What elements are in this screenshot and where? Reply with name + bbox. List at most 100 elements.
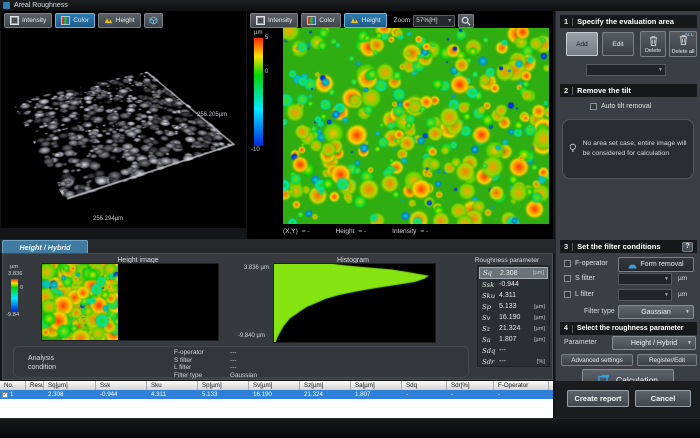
row-checkbox[interactable]: ✓ xyxy=(2,392,8,398)
delete-all-areas-button[interactable]: ALL Delete all xyxy=(669,31,697,57)
register-edit-button[interactable]: Register/Edit xyxy=(637,354,697,366)
filter-type-select[interactable]: Gaussian ▼ xyxy=(618,305,694,319)
auto-tilt-removal-row: Auto tilt removal xyxy=(590,103,651,110)
intensity-icon xyxy=(256,16,265,25)
color-button[interactable]: Color xyxy=(55,13,95,28)
roughness-row-sku[interactable]: Sku4.311 xyxy=(479,290,548,301)
col-sdr[interactable]: Sdr[%] xyxy=(447,381,494,390)
add-area-button[interactable]: Add xyxy=(566,32,598,56)
parameter-label: Parameter xyxy=(564,339,597,346)
roughness-row-sp[interactable]: Sp5.133[µm] xyxy=(479,301,548,312)
chevron-down-icon: ▼ xyxy=(687,340,692,346)
analysis-f-operator: F-operator--- xyxy=(174,349,236,356)
step1-header: 1 Specify the evaluation area xyxy=(560,15,697,28)
roughness-row-sv[interactable]: Sv16.190[µm] xyxy=(479,312,548,323)
help-button[interactable]: ? xyxy=(682,242,693,252)
auto-tilt-checkbox[interactable] xyxy=(590,103,597,110)
form-removal-icon xyxy=(628,261,637,269)
analysis-l-filter: L filter--- xyxy=(174,364,236,371)
advanced-settings-button[interactable]: Advanced settings xyxy=(561,354,633,366)
f-operator-checkbox[interactable] xyxy=(564,260,571,267)
roughness-row-sdr[interactable]: Sdr---[%] xyxy=(479,356,548,367)
filter-type-label: Filter type xyxy=(584,308,615,315)
zoom-label: Zoom xyxy=(394,17,411,24)
height-map-pane: Intensity Color Height Zoom 57%[H] ▼ µm … xyxy=(247,11,553,239)
chevron-down-icon: ▼ xyxy=(658,67,663,73)
results-table: No. Result Sq[µm] Ssk Sku Sp[µm] Sv[µm] … xyxy=(0,381,553,399)
colorbar-tick-zero: 0 xyxy=(265,69,268,75)
col-sz[interactable]: Sz[µm] xyxy=(300,381,351,390)
height-map-toolbar: Intensity Color Height Zoom 57%[H] ▼ xyxy=(250,13,474,28)
chevron-down-icon: ▼ xyxy=(664,276,669,282)
roughness-row-sdq[interactable]: Sdq--- xyxy=(479,345,548,356)
color-button-2d[interactable]: Color xyxy=(301,13,341,28)
s-filter-input[interactable]: ▼ xyxy=(618,273,672,285)
chevron-down-icon: ▼ xyxy=(447,18,452,24)
col-sa[interactable]: Sa[µm] xyxy=(351,381,402,390)
view-3d-pane: Intensity Color Height 256.205µm 256.294… xyxy=(1,11,246,228)
roughness-row-sz[interactable]: Sz21.324[µm] xyxy=(479,323,548,334)
result-row-1[interactable]: ✓ 1 2.308 -0.944 4.311 5.133 16.190 21.3… xyxy=(0,390,553,399)
edit-area-button[interactable]: Edit xyxy=(602,32,634,56)
view-3d-toggle-button[interactable] xyxy=(144,13,163,28)
height-image-thumbnail xyxy=(42,264,118,340)
area-list-select[interactable]: ▼ xyxy=(586,64,666,76)
col-result[interactable]: Result xyxy=(26,381,44,390)
chevron-down-icon: ▼ xyxy=(685,309,690,315)
col-s-filter[interactable]: S-filter xyxy=(549,381,553,390)
table-empty-area xyxy=(0,399,553,418)
lightbulb-icon xyxy=(569,138,577,160)
create-report-button[interactable]: Create report xyxy=(567,390,629,407)
histogram-canvas xyxy=(274,264,435,342)
intensity-button-2d[interactable]: Intensity xyxy=(250,13,298,28)
colorbar xyxy=(254,38,263,146)
histogram-top-label: 3.836 µm xyxy=(225,265,269,271)
tab-height-hybrid[interactable]: Height / Hybrid xyxy=(2,240,88,253)
roughness-row-sq[interactable]: Sq2.308[µm] xyxy=(479,267,548,279)
form-removal-button[interactable]: Form removal xyxy=(618,257,694,272)
col-sku[interactable]: Sku xyxy=(147,381,198,390)
l-filter-input[interactable]: ▼ xyxy=(618,289,672,301)
chevron-down-icon: ▼ xyxy=(664,292,669,298)
window-title: Areal Roughness xyxy=(14,2,68,9)
col-sp[interactable]: Sp[µm] xyxy=(198,381,249,390)
roughness-parameter-list: Sq2.308[µm] Ssk-0.944 Sku4.311 Sp5.133[µ… xyxy=(477,265,550,367)
height-button-2d[interactable]: Height xyxy=(344,13,387,28)
col-sq[interactable]: Sq[µm] xyxy=(44,381,96,390)
thumb-scale-top: 3.836 xyxy=(8,271,23,277)
intensity-button[interactable]: Intensity xyxy=(4,13,52,28)
col-f-operator[interactable]: F-Operator xyxy=(494,381,549,390)
info-box: No area set case, entire image will be c… xyxy=(562,119,694,179)
height-button[interactable]: Height xyxy=(98,13,141,28)
cursor-status-bar: (X,Y)= - Height= - Intensity= - xyxy=(283,226,551,237)
height-map-canvas[interactable] xyxy=(283,28,549,224)
surface-3d-view[interactable] xyxy=(19,39,219,214)
col-sdq[interactable]: Sdq xyxy=(402,381,447,390)
col-no[interactable]: No. xyxy=(0,381,26,390)
app-window: Areal Roughness Intensity Color Height 2… xyxy=(0,0,700,438)
parameter-select[interactable]: Height / Hybrid ▼ xyxy=(612,336,696,350)
zoom-select[interactable]: 57%[H] ▼ xyxy=(413,15,455,27)
analysis-condition-box: Analysis condition F-operator--- S filte… xyxy=(13,346,469,378)
col-sv[interactable]: Sv[µm] xyxy=(249,381,300,390)
status-xy: (X,Y)= - xyxy=(283,228,310,235)
roughness-row-ssk[interactable]: Ssk-0.944 xyxy=(479,279,548,290)
analysis-s-filter: S filter--- xyxy=(174,357,236,364)
analysis-filter-type: Filter typeGaussian xyxy=(174,372,257,379)
histogram-box xyxy=(273,263,436,343)
zoom-tool-button[interactable] xyxy=(458,14,474,28)
analysis-condition-label: Analysis condition xyxy=(28,354,80,372)
surface-3d-canvas[interactable] xyxy=(12,71,237,201)
magnifier-icon xyxy=(461,16,471,26)
roughness-row-sa[interactable]: Sa1.807[µm] xyxy=(479,334,548,345)
thumb-scale-bottom: -9.84 xyxy=(6,312,19,318)
s-filter-unit: µm xyxy=(678,275,687,282)
col-ssk[interactable]: Ssk xyxy=(96,381,147,390)
roughness-title: Roughness parameter xyxy=(461,257,553,264)
l-filter-checkbox[interactable] xyxy=(564,291,571,298)
delete-area-button[interactable]: Delete xyxy=(640,31,666,57)
status-intensity: Intensity= - xyxy=(392,228,428,235)
s-filter-checkbox[interactable] xyxy=(564,275,571,282)
cancel-button[interactable]: Cancel xyxy=(635,390,691,407)
trash-all-icon: ALL xyxy=(678,34,689,48)
